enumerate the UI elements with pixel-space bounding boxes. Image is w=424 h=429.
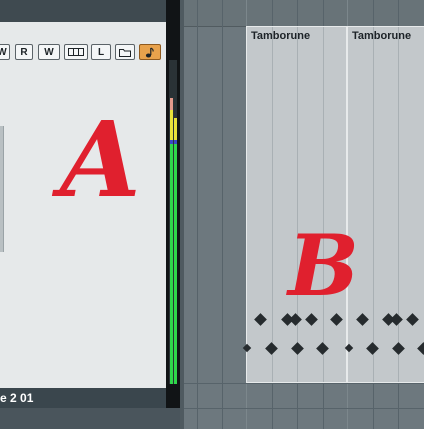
write-automation-button-partial[interactable]: W	[0, 44, 10, 60]
arrange-window: Tamborune Tamborune B	[184, 0, 424, 429]
status-bar: e 2 01	[0, 388, 166, 408]
part-grid-line	[398, 27, 399, 382]
bottom-strip	[0, 408, 180, 429]
drum-note[interactable]	[254, 313, 267, 326]
part-title: Tamborune	[251, 30, 311, 42]
part-grid-line	[272, 27, 273, 382]
grid-line	[197, 0, 198, 429]
meter-peak-red	[170, 98, 173, 110]
drum-note[interactable]	[390, 313, 403, 326]
lanes-button[interactable]	[64, 44, 88, 60]
drum-note[interactable]	[289, 313, 302, 326]
drum-note[interactable]	[366, 342, 379, 355]
annotation-letter-a: A	[60, 98, 141, 221]
folder-icon	[119, 48, 131, 57]
drum-note[interactable]	[392, 342, 405, 355]
drum-note[interactable]	[356, 313, 369, 326]
drum-note[interactable]	[316, 342, 329, 355]
inspector-panel: W R W L A	[0, 0, 166, 388]
annotation-letter-b: B	[288, 216, 359, 315]
part-grid-line	[323, 27, 324, 382]
midi-part[interactable]: Tamborune	[344, 26, 424, 383]
level-meter	[166, 0, 180, 408]
grid-line	[222, 0, 223, 429]
drum-note[interactable]	[305, 313, 318, 326]
status-text: e 2 01	[0, 391, 34, 405]
drum-note[interactable]	[291, 342, 304, 355]
meter-level-green-right	[174, 144, 177, 384]
part-grid-line	[297, 27, 298, 382]
part-title: Tamborune	[352, 30, 412, 42]
meter-level-green	[170, 144, 173, 384]
drum-note[interactable]	[406, 313, 419, 326]
drum-note[interactable]	[265, 342, 278, 355]
drum-note[interactable]	[344, 343, 354, 353]
inspector-left-rail	[0, 126, 4, 252]
timebase-button[interactable]	[139, 44, 161, 60]
meter-level-yellow-right	[174, 118, 177, 140]
track-divider	[184, 383, 424, 384]
write-automation-button[interactable]: W	[38, 44, 60, 60]
inspector-header-strip	[0, 0, 166, 22]
folder-button[interactable]	[115, 44, 135, 60]
read-automation-button[interactable]: R	[15, 44, 33, 60]
ruler[interactable]	[184, 0, 424, 27]
drum-note[interactable]	[242, 343, 252, 353]
lanes-icon	[68, 48, 84, 56]
lock-lane-button[interactable]: L	[91, 44, 111, 60]
drum-note[interactable]	[330, 313, 343, 326]
midi-part[interactable]: Tamborune	[242, 26, 347, 383]
drum-note[interactable]	[417, 342, 424, 355]
note-icon	[145, 46, 154, 57]
part-grid-line	[373, 27, 374, 382]
meter-level-yellow	[170, 110, 173, 140]
track-divider	[184, 408, 424, 409]
